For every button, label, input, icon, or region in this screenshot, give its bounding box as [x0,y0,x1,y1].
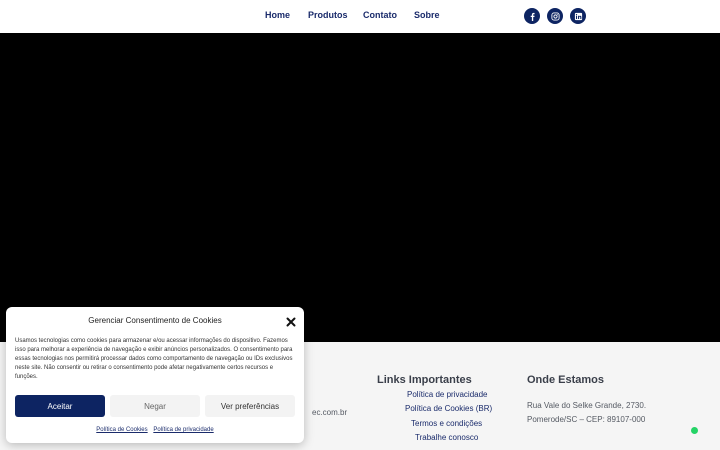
site-header: Home Produtos Contato Sobre [0,0,720,33]
preferences-button[interactable]: Ver preferências [205,395,295,417]
cookie-dialog-title: Gerenciar Consentimento de Cookies [88,316,222,325]
cookie-dialog-body: Usamos tecnologias como cookies para arm… [15,338,293,380]
footer-link-terms[interactable]: Termos e condições [411,419,482,428]
accept-button[interactable]: Aceitar [15,395,105,417]
whatsapp-icon[interactable] [691,427,698,434]
main-nav: Home Produtos Contato Sobre [0,10,720,24]
nav-contato[interactable]: Contato [363,10,397,20]
close-icon[interactable] [285,315,297,327]
footer-email-partial[interactable]: ec.com.br [312,408,347,417]
cookie-consent-dialog: Gerenciar Consentimento de Cookies Usamo… [6,307,304,443]
nav-produtos[interactable]: Produtos [308,10,348,20]
cookie-policy-link[interactable]: Política de Cookies [96,427,147,433]
footer-link-careers[interactable]: Trabalhe conosco [415,433,478,442]
nav-sobre[interactable]: Sobre [414,10,440,20]
location-title: Onde Estamos [527,374,605,386]
privacy-policy-link[interactable]: Política de privacidade [153,427,213,433]
facebook-icon[interactable] [524,8,540,24]
linkedin-icon[interactable] [570,8,586,24]
footer-link-privacy[interactable]: Política de privacidade [407,390,488,399]
address-line1: Rua Vale do Selke Grande, 2730. [527,401,647,410]
nav-home[interactable]: Home [265,10,290,20]
hero-video-area [0,33,720,342]
deny-button[interactable]: Negar [110,395,200,417]
cookie-dialog-links: Política de Cookies Política de privacid… [6,427,304,433]
address-line2: Pomerode/SC – CEP: 89107-000 [527,415,646,424]
footer-link-cookies[interactable]: Política de Cookies (BR) [405,404,492,413]
instagram-icon[interactable] [547,8,563,24]
links-title: Links Importantes [377,374,472,386]
